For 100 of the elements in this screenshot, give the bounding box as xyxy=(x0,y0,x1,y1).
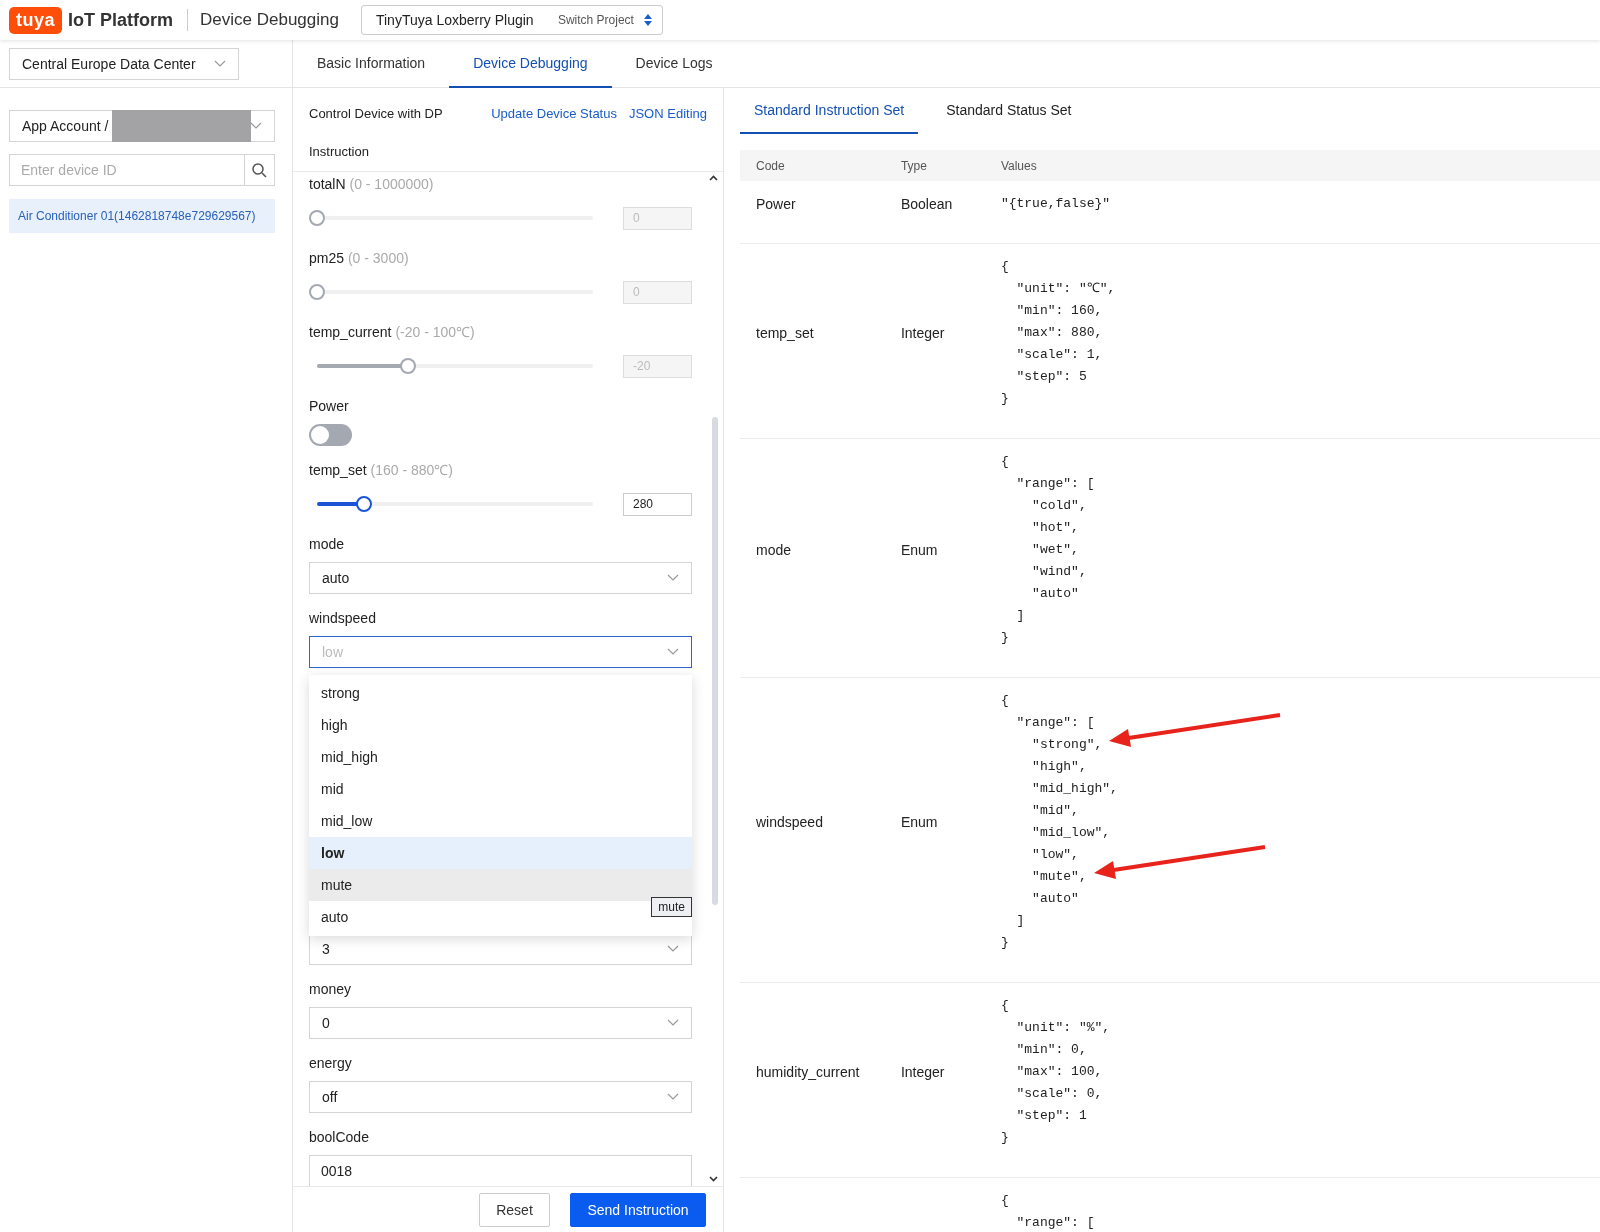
chevron-down-icon xyxy=(667,945,679,953)
column-header: Code xyxy=(740,150,885,181)
code-line: ] xyxy=(1015,912,1025,930)
tab[interactable]: Device Logs xyxy=(611,40,737,88)
code-line: } xyxy=(1000,629,1009,647)
dropdown-option[interactable]: mute xyxy=(309,869,692,901)
reset-button[interactable]: Reset xyxy=(479,1192,550,1227)
code-line: "min": 0, xyxy=(1015,1041,1087,1059)
type-cell: Integer xyxy=(900,325,945,341)
tab[interactable]: Basic Information xyxy=(293,40,450,88)
toggle-switch[interactable] xyxy=(309,424,352,446)
chevron-down-icon xyxy=(667,1019,679,1027)
platform-name: IoT Platform xyxy=(68,9,174,31)
project-select[interactable]: TinyTuya Loxberry Plugin Switch Project xyxy=(360,5,663,35)
code-line: "unit": "℃", xyxy=(1015,280,1116,298)
scrollbar[interactable] xyxy=(712,417,718,905)
code-line: ] xyxy=(1015,607,1025,625)
select-field[interactable]: auto xyxy=(309,562,692,594)
code-line: { xyxy=(1000,997,1009,1015)
search-button[interactable] xyxy=(244,154,275,186)
field-label: money xyxy=(309,980,353,999)
sort-icon xyxy=(643,14,652,26)
field-label: boolCode xyxy=(309,1128,370,1147)
code-line: "step": 1 xyxy=(1015,1107,1087,1125)
type-cell: Enum xyxy=(900,542,938,558)
code-line: "high", xyxy=(1031,758,1087,776)
code-line: "step": 5 xyxy=(1015,368,1087,386)
caret-down-icon[interactable] xyxy=(709,1176,718,1182)
text-input[interactable]: 0018 xyxy=(309,1155,692,1186)
column-header: Values xyxy=(984,150,1600,181)
link[interactable]: Update Device Status xyxy=(491,105,617,121)
type-cell: Enum xyxy=(900,814,938,830)
code-line: "max": 100, xyxy=(1015,1063,1103,1081)
dropdown-option[interactable]: mid_high xyxy=(309,741,692,773)
field-label: energy xyxy=(309,1054,353,1073)
type-cell: Integer xyxy=(900,1064,945,1080)
code-line: "mid_high", xyxy=(1031,780,1118,798)
dropdown-option[interactable]: mid_low xyxy=(309,805,692,837)
code-line: "auto" xyxy=(1031,585,1079,603)
code-line: "mid", xyxy=(1031,802,1079,820)
type-cell: Boolean xyxy=(900,196,953,212)
code-cell: windspeed xyxy=(756,814,823,830)
code-line: } xyxy=(1000,390,1009,408)
panel-title: Control Device with DP xyxy=(309,105,444,121)
send-button[interactable]: Send Instruction xyxy=(570,1192,706,1227)
dropdown-option[interactable]: strong xyxy=(309,677,692,709)
code-cell: Power xyxy=(756,196,796,212)
tab[interactable]: Standard Instruction Set xyxy=(740,88,919,134)
field-label: pm25 (0 - 3000) xyxy=(309,249,410,268)
code-line: { xyxy=(1000,1192,1009,1210)
code-line: "wind", xyxy=(1031,563,1087,581)
code-line: "cold", xyxy=(1031,497,1087,515)
section-title: Instruction xyxy=(309,143,370,161)
code-line: "range": [ xyxy=(1015,714,1095,732)
search-field[interactable]: Enter device ID xyxy=(9,154,244,186)
column-header: Type xyxy=(884,150,985,181)
tab[interactable]: Device Debugging xyxy=(449,40,612,88)
field-label: windspeed xyxy=(309,609,377,628)
slider-thumb[interactable] xyxy=(355,496,372,512)
code-line: "range": [ xyxy=(1015,1214,1095,1232)
dropdown-option[interactable]: high xyxy=(309,709,692,741)
code-cell: humidity_current xyxy=(756,1064,860,1080)
field-label: mode xyxy=(309,535,346,554)
code-line: "unit": "%", xyxy=(1015,1019,1111,1037)
field-label: temp_current (-20 - 100℃) xyxy=(309,323,476,342)
tab[interactable]: Standard Status Set xyxy=(932,88,1086,134)
code-cell: temp_set xyxy=(756,325,814,341)
code-line: } xyxy=(1000,1129,1009,1147)
code-line: { xyxy=(1000,258,1009,276)
code-line: { xyxy=(1000,453,1009,471)
code-line: "max": 880, xyxy=(1015,324,1103,342)
tooltip: mute xyxy=(651,897,692,917)
select-field[interactable]: 0 xyxy=(309,1007,692,1039)
code-line: "{true,false}" xyxy=(1000,195,1111,213)
code-line: "hot", xyxy=(1031,519,1079,537)
field-label: totalN (0 - 1000000) xyxy=(309,175,435,194)
link[interactable]: JSON Editing xyxy=(628,105,707,121)
field-label: Power xyxy=(309,397,350,416)
code-line: "auto" xyxy=(1031,890,1079,908)
code-line: "range": [ xyxy=(1015,475,1095,493)
chevron-down-icon xyxy=(214,59,226,68)
code-line: "strong", xyxy=(1000,734,1103,756)
device-item[interactable]: Air Conditioner 01(1462818748e729629567) xyxy=(9,199,275,233)
select-field[interactable]: off xyxy=(309,1081,692,1113)
code-line: "scale": 0, xyxy=(1015,1085,1103,1103)
dropdown-option[interactable]: low xyxy=(309,837,692,869)
code-line: "wet", xyxy=(1031,541,1079,559)
code-line: } xyxy=(1000,934,1009,952)
value-input[interactable]: 280 xyxy=(623,492,692,516)
field-label: temp_set (160 - 880℃) xyxy=(309,461,454,480)
code-line: "mute", xyxy=(1000,866,1087,888)
code-line: "mid_low", xyxy=(1031,824,1111,842)
chevron-down-icon xyxy=(667,574,679,582)
data-center-select[interactable]: Central Europe Data Center xyxy=(9,47,239,80)
dropdown-option[interactable]: mid xyxy=(309,773,692,805)
caret-up-icon[interactable] xyxy=(709,175,718,181)
chevron-down-icon xyxy=(667,648,679,656)
search-icon xyxy=(252,162,267,178)
account-select[interactable]: App Account / xyxy=(9,110,275,142)
code-line: { xyxy=(1000,692,1009,710)
